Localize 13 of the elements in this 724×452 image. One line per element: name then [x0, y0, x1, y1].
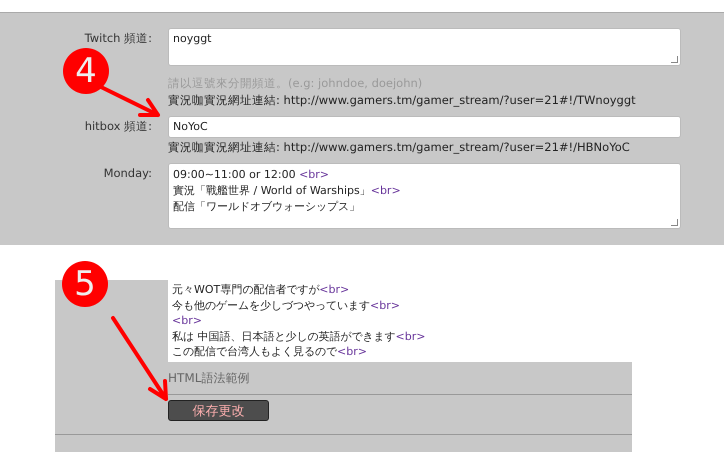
hint-text: HTML語法範例 — [168, 362, 632, 395]
channel-text-area[interactable]: noyggt — [168, 28, 681, 66]
field-label: hitbox 頻道: — [84, 119, 152, 134]
stream-url-text: 實況咖實況網址連結: http://www.gamers.tm/gamer_stream/?user=21#!/HBNoYoC — [168, 140, 631, 155]
field-label: Monday: — [104, 166, 152, 180]
channel-input-field[interactable]: NoYoC — [168, 116, 681, 138]
arrow-icon — [110, 315, 170, 403]
step-number-badge: 5 — [62, 261, 108, 307]
save-button[interactable]: 保存更改 — [168, 400, 269, 421]
field-label: Twitch 頻道: — [84, 31, 152, 46]
schedule-text-area[interactable]: 09:00~11:00 or 12:00 <br> 實況「戰艦世界 / World of Warships」<br> 配信「ワールドオブウォーシップス」 — [168, 163, 681, 229]
stream-url-text: 實況咖實況網址連結: http://www.gamers.tm/gamer_stream/?user=21#!/TWnoyggt — [168, 93, 637, 108]
intro-text-area[interactable]: 元々WOT専門の配信者ですが<br> 今も他のゲームを少しづつやっています<br> <br> 私は 中国語、日本語と少しの英語ができます<br> この配信で台湾人もよく見るので<br> — [168, 280, 632, 362]
